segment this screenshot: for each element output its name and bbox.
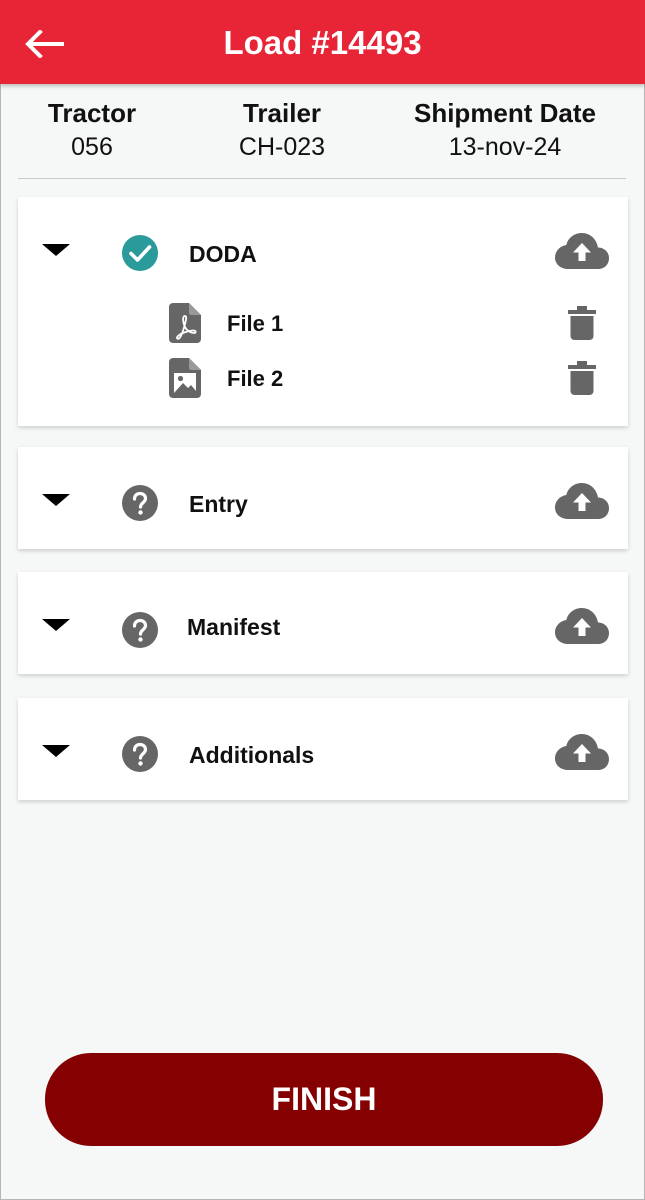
- document-label: Entry: [189, 491, 248, 517]
- document-header-manifest[interactable]: Manifest: [18, 596, 628, 656]
- caret-down-icon[interactable]: [40, 738, 72, 762]
- shipment-date-label: Shipment Date: [413, 98, 597, 128]
- trailer-label: Trailer: [242, 98, 322, 128]
- help-circle-icon: [122, 612, 158, 648]
- document-header-entry[interactable]: Entry: [18, 471, 628, 531]
- trash-icon[interactable]: [568, 306, 596, 340]
- document-card-entry: Entry: [18, 447, 628, 549]
- document-header-additionals[interactable]: Additionals: [18, 722, 628, 782]
- help-circle-icon: [122, 485, 158, 521]
- tractor-info: Tractor 056: [37, 98, 147, 162]
- document-label: DODA: [189, 241, 257, 267]
- caret-down-icon[interactable]: [40, 612, 72, 636]
- trailer-info: Trailer CH-023: [222, 98, 342, 162]
- cloud-upload-icon[interactable]: [554, 732, 610, 772]
- document-card-doda: DODA File 1 File 2: [18, 197, 628, 426]
- caret-down-icon[interactable]: [40, 237, 72, 261]
- check-circle-icon: [122, 235, 158, 271]
- file-label: File 1: [227, 311, 284, 336]
- trailer-value: CH-023: [238, 133, 326, 161]
- cloud-upload-icon[interactable]: [554, 606, 610, 646]
- document-card-additionals: Additionals: [18, 698, 628, 800]
- document-label: Additionals: [189, 742, 315, 768]
- page-title: Load #14493: [223, 24, 422, 61]
- tractor-value: 056: [71, 133, 113, 161]
- document-card-manifest: Manifest: [18, 572, 628, 674]
- pdf-file-icon: [169, 303, 201, 343]
- shipment-date-value: 13-nov-24: [448, 133, 562, 161]
- image-file-icon: [169, 358, 201, 398]
- file-row[interactable]: File 1: [18, 303, 628, 347]
- cloud-upload-icon[interactable]: [554, 231, 610, 271]
- finish-button[interactable]: FINISH: [45, 1053, 603, 1146]
- document-header-doda[interactable]: DODA: [18, 221, 628, 281]
- app-header: Load #14493: [0, 0, 645, 84]
- file-label: File 2: [227, 366, 284, 391]
- caret-down-icon[interactable]: [40, 487, 72, 511]
- help-circle-icon: [122, 736, 158, 772]
- cloud-upload-icon[interactable]: [554, 481, 610, 521]
- tractor-label: Tractor: [47, 98, 137, 128]
- divider: [18, 178, 626, 179]
- trash-icon[interactable]: [568, 361, 596, 395]
- file-row[interactable]: File 2: [18, 358, 628, 402]
- shipment-date-info: Shipment Date 13-nov-24: [405, 98, 605, 162]
- document-label: Manifest: [187, 614, 281, 640]
